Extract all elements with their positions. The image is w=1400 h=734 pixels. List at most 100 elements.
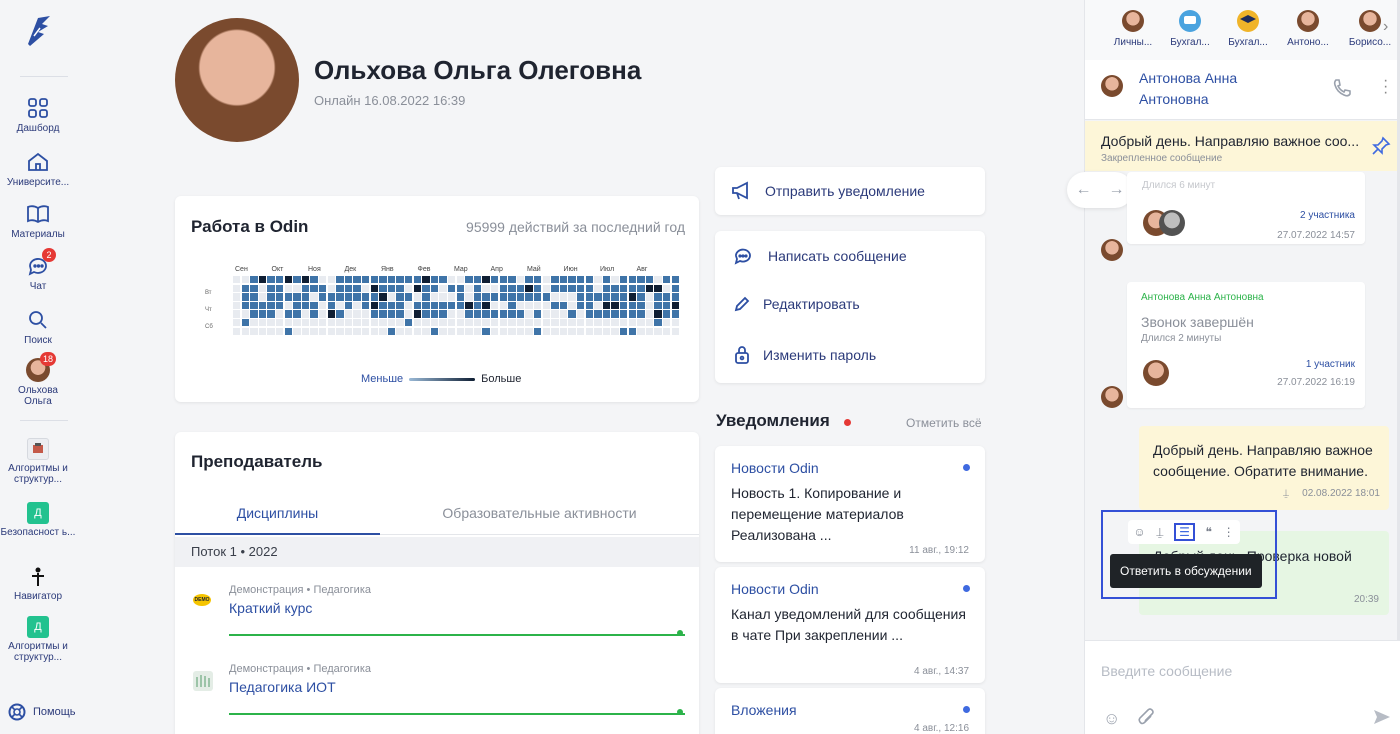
nav-group-algorithms[interactable]: Алгоритмы и структур... (0, 438, 76, 485)
arrow-left-icon[interactable]: ← (1076, 181, 1092, 199)
heatmap-cell (250, 327, 258, 335)
contact-item[interactable]: Бухгал... (1218, 10, 1278, 48)
activity-title: Работа в Odin (191, 217, 309, 236)
heatmap-cell (542, 284, 550, 292)
mark-all-button[interactable]: Отметить всё (906, 416, 982, 430)
chevron-right-icon[interactable]: › (1383, 18, 1388, 36)
nav-group-security[interactable]: Д Безопасност ь... (0, 502, 76, 538)
edit-button[interactable]: Редактировать (715, 279, 985, 329)
chat-peer-name[interactable]: Антонова Анна Антоновна (1139, 68, 1237, 110)
course-item[interactable]: Демонстрация • Педагогика Педагогика ИОТ (175, 647, 699, 725)
contact-item[interactable]: Бухгал... (1160, 10, 1220, 48)
quote-icon[interactable]: ❝ (1206, 525, 1212, 539)
outgoing-message[interactable]: Добрый день. Направляю важное сообщение.… (1139, 426, 1389, 510)
write-message-button[interactable]: Написать сообщение (715, 231, 985, 281)
nav-search[interactable]: Поиск (0, 308, 76, 346)
nav-group-label: Алгоритмы и структур... (8, 641, 68, 663)
pin-icon[interactable] (1370, 135, 1392, 157)
nav-profile[interactable]: 18 Ольхова Ольга (0, 352, 76, 407)
heatmap-cell (499, 301, 507, 310)
heatmap-cell (413, 310, 421, 318)
history-nav: ← → (1067, 172, 1133, 208)
profile-badge: 18 (40, 352, 57, 366)
heatmap-cell (637, 319, 645, 327)
heatmap-cell (637, 276, 645, 284)
call-card[interactable]: Антонова Анна Антоновна Звонок завершён … (1127, 282, 1365, 408)
emoji-icon[interactable]: ☺ (1133, 525, 1145, 539)
heatmap-cell (525, 301, 533, 310)
tab-disciplines[interactable]: Дисциплины (175, 498, 380, 535)
send-icon[interactable] (1372, 708, 1392, 726)
notification-title: Новости Odin (731, 581, 819, 597)
contact-item[interactable]: Борисо... (1340, 10, 1400, 48)
contact-item[interactable]: Антоно... (1278, 10, 1338, 48)
help-button[interactable]: Помощь (8, 703, 76, 721)
nav-university[interactable]: Университе... (0, 150, 76, 188)
heatmap-cell (602, 310, 611, 318)
nav-group-algorithms-2[interactable]: Д Алгоритмы и структур... (0, 616, 76, 663)
heatmap-cell (542, 276, 550, 284)
heatmap-cell (267, 319, 275, 327)
nav-materials-label: Материалы (11, 229, 65, 240)
notification-item[interactable]: Вложения 4 авг., 12:16 (715, 688, 985, 734)
change-password-button[interactable]: Изменить пароль (715, 330, 985, 380)
contact-label: Бухгал... (1228, 37, 1268, 48)
heatmap-cell (276, 319, 284, 327)
message-input[interactable]: Введите сообщение (1101, 663, 1232, 679)
heatmap-cell (448, 284, 456, 292)
pin-icon[interactable]: ⍊ (1156, 525, 1163, 540)
heatmap-cell (637, 293, 645, 301)
heatmap-cell (628, 301, 636, 310)
app-logo[interactable] (24, 14, 54, 48)
course-item[interactable]: DEMO Демонстрация • Педагогика Краткий к… (175, 568, 699, 646)
paperclip-icon[interactable] (1137, 707, 1155, 727)
emoji-icon[interactable]: ☺ (1103, 709, 1120, 729)
contact-item[interactable]: Личны... (1103, 10, 1163, 48)
heatmap-cell (568, 327, 576, 335)
contact-label: Бухгал... (1170, 37, 1210, 48)
pinned-message[interactable]: Добрый день. Направляю важное соо... Зак… (1085, 121, 1400, 171)
heatmap-cell (491, 276, 499, 284)
tab-activities[interactable]: Образовательные активности (380, 498, 699, 535)
pencil-icon (734, 296, 750, 312)
call-card[interactable]: Длился 6 минут 2 участника 27.07.2022 14… (1127, 172, 1365, 244)
heatmap-cell (413, 284, 421, 292)
heatmap-cell (663, 310, 671, 318)
heatmap-cell (542, 327, 550, 335)
heatmap-cell (293, 310, 301, 318)
heatmap-cell (645, 293, 654, 301)
more-vertical-icon[interactable]: ⋮ (1223, 525, 1235, 539)
day-label: Вт (205, 290, 212, 296)
send-notification-button[interactable]: Отправить уведомление (715, 167, 985, 215)
heatmap-cell (310, 301, 318, 310)
reply-in-thread-icon[interactable]: ☰ (1174, 523, 1195, 541)
nav-materials[interactable]: Материалы (0, 202, 76, 240)
heatmap-cell (370, 310, 378, 318)
heatmap-cell (508, 327, 516, 335)
nav-chat[interactable]: 2 Чат (0, 248, 76, 292)
heatmap-cell (448, 310, 456, 318)
heatmap-cell (241, 310, 249, 318)
heatmap-cell (319, 301, 327, 310)
notification-item[interactable]: Новости Odin Канал уведомлений для сообщ… (715, 567, 985, 683)
heatmap-cell (508, 310, 516, 318)
notifications-title: Уведомления (716, 411, 830, 430)
nav-group-navigator[interactable]: Навигатор (0, 566, 76, 602)
activity-card: Работа в Odin 95999 действий за последни… (175, 196, 699, 402)
nav-dashboard[interactable]: Дашборд (0, 96, 76, 134)
heatmap-cell (336, 310, 344, 318)
write-message-label: Написать сообщение (768, 248, 907, 264)
heatmap-cell (465, 284, 473, 292)
course-progress-bar (229, 634, 685, 636)
heatmap-cell (233, 301, 241, 310)
arrow-right-icon[interactable]: → (1109, 181, 1125, 199)
notification-item[interactable]: Новости Odin Новость 1. Копирование и пе… (715, 446, 985, 562)
send-notification-row: Отправить уведомление (715, 166, 985, 216)
heatmap-cell (241, 327, 249, 335)
phone-icon[interactable] (1331, 77, 1353, 99)
more-vertical-icon[interactable]: · · · (1383, 73, 1388, 101)
edit-label: Редактировать (763, 296, 860, 312)
heatmap-cell (534, 310, 542, 318)
chat-panel: Личны... Бухгал... Бухгал... Антоно... Б… (1067, 0, 1400, 734)
message-hover-toolbar: ☺ ⍊ ☰ ❝ ⋮ (1128, 520, 1240, 544)
